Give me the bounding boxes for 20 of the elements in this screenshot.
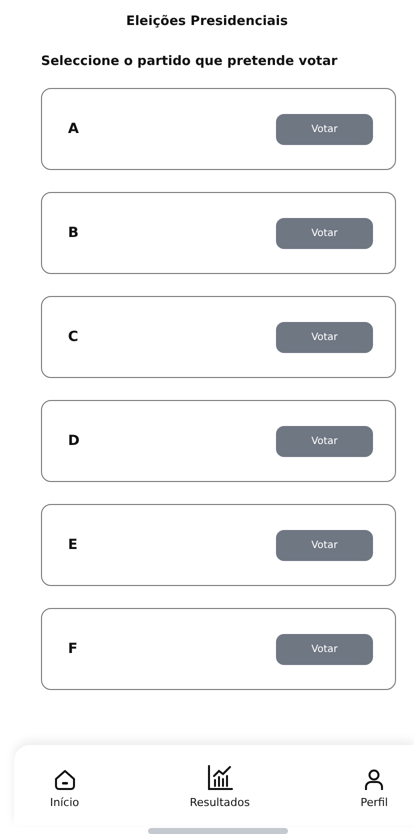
party-name: E [68, 537, 78, 553]
vote-button[interactable]: Votar [276, 426, 373, 456]
nav-label[interactable]: Perfil [360, 796, 388, 809]
nav-label[interactable]: Início [50, 796, 80, 809]
party-name: A [68, 121, 79, 137]
page-title: Eleições Presidenciais [125, 13, 289, 29]
vote-button[interactable]: Votar [276, 322, 373, 352]
home-icon[interactable] [52, 768, 77, 792]
party-name: D [68, 433, 80, 449]
nav-label[interactable]: Resultados [190, 796, 250, 809]
party-name: F [68, 641, 78, 657]
profile-icon[interactable] [363, 768, 386, 792]
vote-button[interactable]: Votar [276, 218, 373, 248]
vote-button[interactable]: Votar [276, 634, 373, 664]
vote-button[interactable]: Votar [276, 114, 373, 144]
page-subtitle: Seleccione o partido que pretende votar [41, 54, 338, 69]
vote-button[interactable]: Votar [276, 530, 373, 560]
party-name: C [68, 329, 78, 345]
chart-icon[interactable] [206, 764, 234, 792]
party-name: B [68, 225, 79, 241]
